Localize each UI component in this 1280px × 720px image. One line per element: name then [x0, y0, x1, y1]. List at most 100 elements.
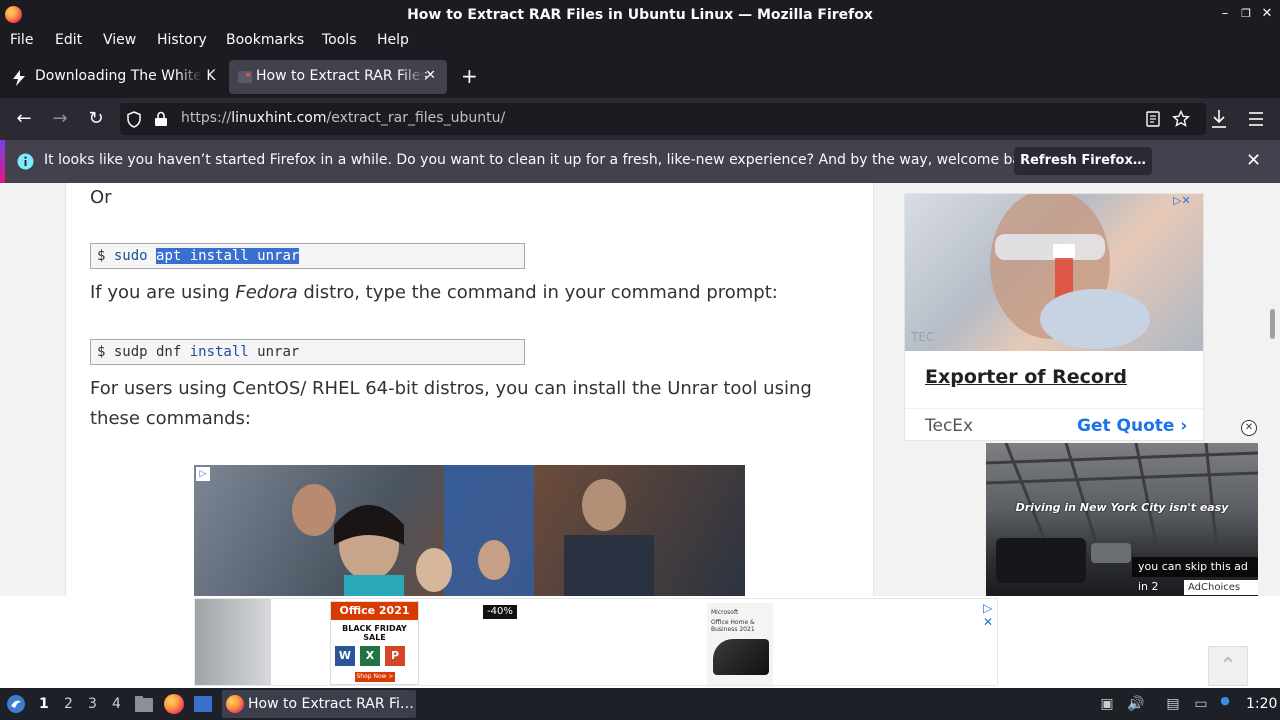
reader-view-icon[interactable]: [1145, 111, 1161, 127]
shield-icon[interactable]: [126, 111, 142, 128]
close-video-ad-icon[interactable]: ✕: [1241, 420, 1257, 436]
workspace-2[interactable]: 2: [64, 696, 73, 712]
video-ad[interactable]: Driving in New York City isn't easy you …: [986, 443, 1258, 596]
ad-brand: TecEx: [925, 416, 974, 436]
notification-icon[interactable]: ●: [1216, 692, 1234, 710]
start-menu-icon[interactable]: [6, 694, 26, 714]
close-notification-icon[interactable]: ✕: [1246, 150, 1261, 171]
page-content: Or $ sudo apt install unrar If you are u…: [0, 183, 1280, 596]
network-icon[interactable]: ▭: [1192, 695, 1210, 713]
volume-icon[interactable]: 🔊: [1127, 695, 1145, 713]
discount-badge: -40%: [483, 605, 517, 619]
menu-file[interactable]: File: [10, 32, 33, 48]
ad-image: [195, 599, 271, 685]
ms-product: Office Home & Business 2021: [711, 619, 755, 633]
tab-fade: [178, 60, 202, 94]
firefox-icon: [226, 695, 244, 713]
adchoices-icon[interactable]: ▷✕: [1173, 194, 1191, 207]
code-block-apt[interactable]: $ sudo apt install unrar: [90, 243, 525, 269]
tab-bar: Downloading The White K How to Extract R…: [0, 56, 1280, 98]
selected-text: apt install unrar: [156, 248, 300, 264]
taskbar-window-firefox[interactable]: How to Extract RAR Fi…: [222, 690, 416, 718]
refresh-firefox-button[interactable]: Refresh Firefox…: [1014, 147, 1152, 175]
taskbar: 1 2 3 4 How to Extract RAR Fi… ▣ 🔊 ▤ ▭ ●…: [0, 688, 1280, 720]
tray-keyboard-icon[interactable]: ▣: [1098, 695, 1116, 713]
reload-icon[interactable]: ↻: [85, 108, 107, 130]
adchoices-icon[interactable]: ▷: [196, 467, 210, 481]
paragraph-or: Or: [90, 187, 112, 208]
lock-icon[interactable]: [154, 111, 168, 127]
notification-message: It looks like you haven’t started Firefo…: [44, 152, 1043, 168]
office-app-icons: WXP: [335, 644, 415, 666]
clipboard-icon[interactable]: ▤: [1164, 695, 1182, 713]
close-window-button[interactable]: ✕: [1258, 5, 1276, 23]
bottom-ad[interactable]: Office 2021 BLACK FRIDAY SALE WXP Shop N…: [194, 598, 998, 686]
tab-fade: [401, 60, 425, 94]
sidebar-ad[interactable]: TEC ▷✕ Exporter of Record TecEx Get Quot…: [904, 189, 1204, 441]
tab-extract-rar[interactable]: How to Extract RAR Files ✕: [229, 60, 447, 94]
minimize-button[interactable]: –: [1216, 5, 1234, 23]
notification-accent: [0, 140, 5, 183]
new-tab-button[interactable]: +: [456, 60, 484, 94]
workspace-1[interactable]: 1: [39, 696, 49, 712]
skip-ad-text: you can skip this ad in 2: [1132, 557, 1258, 593]
back-arrow-icon[interactable]: ←: [13, 108, 35, 130]
ad-logo: TEC: [911, 330, 935, 344]
url-text[interactable]: https://linuxhint.com/extract_rar_files_…: [181, 110, 505, 126]
info-icon: [17, 153, 34, 170]
divider: [905, 408, 1203, 409]
menu-edit[interactable]: Edit: [55, 32, 82, 48]
prompt-symbol: $: [97, 344, 114, 360]
crowd-photo: [292, 465, 654, 596]
clock[interactable]: 1:20: [1246, 696, 1277, 712]
ad-photo: TEC: [905, 189, 1203, 351]
url-scheme: https://: [181, 110, 232, 126]
file-manager-icon[interactable]: [134, 695, 154, 713]
taskbar-window-label: How to Extract RAR Fi…: [248, 696, 414, 712]
shop-now-button[interactable]: Shop Now >: [355, 672, 395, 682]
workspace-4[interactable]: 4: [112, 696, 121, 712]
paragraph-centos-line1: For users using CentOS/ RHEL 64-bit dist…: [90, 378, 812, 399]
menu-view[interactable]: View: [103, 32, 136, 48]
menu-history[interactable]: History: [157, 32, 207, 48]
ms-brand: Microsoft: [711, 609, 739, 616]
tab-downloading[interactable]: Downloading The White K: [4, 60, 224, 94]
office-subtitle: BLACK FRIDAY SALE: [342, 624, 407, 642]
menu-tools[interactable]: Tools: [322, 32, 357, 48]
code-keyword: install: [189, 344, 249, 360]
ad-heading[interactable]: Exporter of Record: [925, 366, 1127, 388]
terminal-icon[interactable]: [193, 695, 213, 713]
excel-icon: X: [360, 646, 380, 666]
bookmark-star-icon[interactable]: [1172, 110, 1190, 128]
window-title: How to Extract RAR Files in Ubuntu Linux…: [407, 7, 873, 23]
code-text: sudo: [113, 248, 157, 264]
word-icon: W: [335, 646, 355, 666]
adchoices-close-icon[interactable]: ▷ ✕: [983, 601, 997, 629]
window-titlebar: How to Extract RAR Files in Ubuntu Linux…: [0, 0, 1280, 30]
menu-bookmarks[interactable]: Bookmarks: [226, 32, 304, 48]
inline-ad-image[interactable]: ▷: [194, 465, 745, 596]
maximize-button[interactable]: ❐: [1237, 5, 1255, 23]
url-bar[interactable]: https://linuxhint.com/extract_rar_files_…: [120, 103, 1206, 135]
forward-arrow-icon[interactable]: →: [49, 108, 71, 130]
adchoices-label[interactable]: AdChoices: [1184, 580, 1258, 595]
close-tab-icon[interactable]: ✕: [425, 68, 436, 83]
get-quote-link[interactable]: Get Quote ›: [1077, 416, 1187, 436]
navigation-toolbar: ← → ↻ https://linuxhint.com/extract_rar_…: [0, 98, 1280, 140]
download-icon[interactable]: [1210, 109, 1228, 129]
code-text: unrar: [248, 344, 300, 360]
code-block-dnf[interactable]: $ sudp dnf install unrar: [90, 339, 525, 365]
lightning-icon: [13, 70, 25, 86]
text: distro, type the command in your command…: [297, 282, 778, 303]
plus-icon: +: [461, 64, 478, 88]
office-product-box: Microsoft Office Home & Business 2021: [707, 603, 773, 685]
hamburger-menu-icon[interactable]: [1247, 111, 1265, 127]
menu-help[interactable]: Help: [377, 32, 409, 48]
video-caption: Driving in New York City isn't easy: [1015, 501, 1229, 514]
code-text: sudp dnf: [113, 344, 190, 360]
scrollbar-thumb[interactable]: [1270, 309, 1275, 339]
menu-bar: File Edit View History Bookmarks Tools H…: [0, 30, 1280, 54]
workspace-3[interactable]: 3: [88, 696, 97, 712]
scroll-to-top-icon[interactable]: ⌃: [1208, 646, 1248, 686]
firefox-launcher-icon[interactable]: [164, 694, 184, 714]
